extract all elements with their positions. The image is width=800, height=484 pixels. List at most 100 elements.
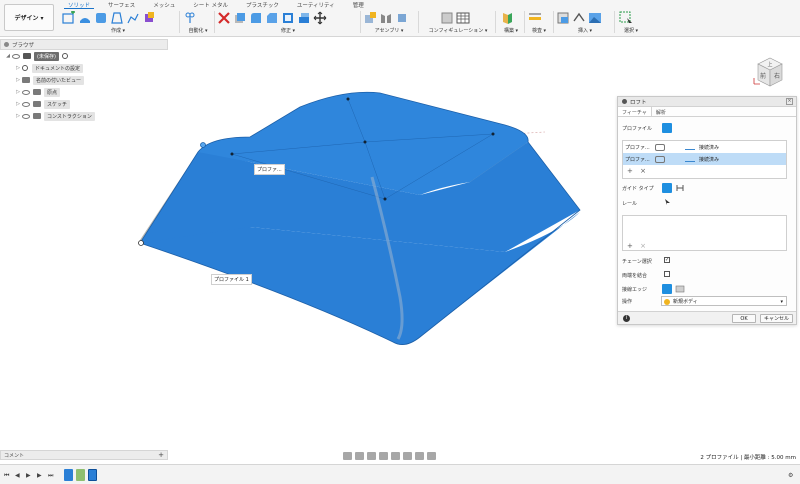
ok-button[interactable]: OK: [732, 314, 756, 323]
automate-label[interactable]: 自動化 ▾: [183, 27, 213, 34]
browser-root[interactable]: ◢ (未保存): [0, 50, 168, 62]
combine-icon[interactable]: [297, 11, 311, 25]
profile-callout-short[interactable]: プロファ...: [254, 164, 285, 175]
plane-icon[interactable]: [500, 11, 514, 25]
collapse-icon[interactable]: [4, 42, 9, 47]
new-component-icon[interactable]: [363, 11, 377, 25]
add-icon[interactable]: +: [627, 167, 633, 175]
close-icon[interactable]: ×: [786, 98, 793, 105]
expand-icon[interactable]: ▷: [14, 65, 22, 71]
expand-icon[interactable]: ▷: [14, 77, 22, 83]
continuity-value[interactable]: 接続済み: [699, 144, 719, 151]
guide-rails-button[interactable]: [662, 183, 672, 193]
profile-select-button[interactable]: [662, 123, 672, 133]
tangent-edges-merge-button[interactable]: [662, 284, 672, 294]
browser-header[interactable]: ブラウザ: [0, 39, 168, 50]
tab-plastic[interactable]: プラスチック: [242, 0, 283, 9]
modify-label[interactable]: 修正 ▾: [217, 27, 359, 34]
add-icon[interactable]: +: [627, 242, 633, 250]
go-to-start-icon[interactable]: ⏮: [4, 472, 9, 480]
new-sketch-icon[interactable]: [62, 10, 76, 25]
browser-item-named-views[interactable]: ▷ 名前の付いたビュー: [0, 74, 168, 86]
continuity-icon[interactable]: [685, 156, 695, 162]
expand-icon[interactable]: ▷: [14, 113, 22, 119]
centerline-icon[interactable]: [675, 183, 685, 193]
profile-row[interactable]: プロファ... 接続済み: [623, 153, 786, 165]
operation-dropdown[interactable]: 新規ボディ ▾: [661, 296, 787, 306]
viewports-icon[interactable]: [427, 451, 436, 460]
view-cube[interactable]: 上 前 右: [748, 50, 792, 94]
add-comment-icon[interactable]: +: [158, 451, 164, 459]
visibility-eye-icon[interactable]: [22, 113, 30, 119]
automate-icon[interactable]: [183, 11, 197, 25]
create-label[interactable]: 作成 ▾: [62, 27, 174, 34]
chamfer-icon[interactable]: [265, 11, 279, 25]
comments-panel[interactable]: コメント +: [0, 450, 168, 460]
assemble-label[interactable]: アセンブリ ▾: [363, 27, 415, 34]
tab-manage[interactable]: 管理: [349, 0, 368, 9]
cancel-button[interactable]: キャンセル: [760, 314, 793, 323]
visibility-eye-icon[interactable]: [12, 53, 20, 59]
tab-solid[interactable]: ソリッド: [64, 0, 95, 9]
play-icon[interactable]: ▶: [26, 472, 31, 479]
expand-icon[interactable]: ▷: [14, 101, 22, 107]
grid-settings-icon[interactable]: [415, 451, 424, 460]
loft-icon[interactable]: [110, 11, 124, 25]
timeline-loft-feature[interactable]: [88, 469, 97, 481]
go-to-end-icon[interactable]: ⏭: [48, 472, 53, 480]
display-settings-icon[interactable]: [403, 451, 412, 460]
select-icon[interactable]: [619, 11, 633, 25]
merge-tangent-checkbox[interactable]: [664, 271, 670, 277]
active-radio-icon[interactable]: [61, 53, 68, 59]
info-icon[interactable]: i: [623, 315, 630, 322]
expand-icon[interactable]: ▷: [14, 89, 22, 95]
timeline-sketch-feature[interactable]: [64, 469, 73, 481]
tab-sheet-metal[interactable]: シート メタル: [189, 0, 232, 9]
remove-icon[interactable]: ×: [640, 167, 646, 175]
cursor-select-icon[interactable]: [664, 198, 672, 206]
insert-derive-icon[interactable]: [556, 11, 570, 25]
select-label[interactable]: 選択 ▾: [619, 27, 643, 34]
browser-item-settings[interactable]: ▷ ドキュメントの設定: [0, 62, 168, 74]
tab-mesh[interactable]: メッシュ: [149, 0, 179, 9]
profile-callout-1[interactable]: プロファイル 1: [211, 274, 252, 285]
move-icon[interactable]: [313, 11, 327, 25]
workspace-switcher[interactable]: デザイン ▾: [4, 4, 54, 31]
gear-icon[interactable]: ⚙: [788, 472, 793, 479]
measure-icon[interactable]: [528, 11, 542, 25]
continuity-value[interactable]: 接続済み: [699, 156, 719, 163]
revolve-icon[interactable]: [94, 11, 108, 25]
extrude-icon[interactable]: [78, 11, 92, 25]
step-back-icon[interactable]: ◀: [15, 472, 20, 479]
delete-icon[interactable]: [217, 11, 231, 25]
orbit-icon[interactable]: [343, 451, 352, 460]
browser-item-origin[interactable]: ▷ 原点: [0, 86, 168, 98]
look-at-icon[interactable]: [355, 451, 364, 460]
timeline-plane-feature[interactable]: [76, 469, 85, 481]
fit-icon[interactable]: [391, 451, 400, 460]
visibility-eye-icon[interactable]: [22, 89, 30, 95]
box-icon[interactable]: [142, 11, 156, 25]
config-table-icon[interactable]: [456, 11, 470, 25]
joint-icon[interactable]: [379, 11, 393, 25]
construct-label[interactable]: 構築 ▾: [500, 27, 522, 34]
press-pull-icon[interactable]: [233, 11, 247, 25]
tab-surface[interactable]: サーフェス: [104, 0, 139, 9]
insert-label[interactable]: 挿入 ▾: [556, 27, 614, 34]
sweep-icon[interactable]: [126, 11, 140, 25]
zoom-icon[interactable]: [379, 451, 388, 460]
tangent-edges-keep-icon[interactable]: [675, 284, 685, 294]
profile-row[interactable]: プロファ... 接続済み: [623, 141, 786, 153]
shell-icon[interactable]: [281, 11, 295, 25]
profile-point[interactable]: [200, 142, 206, 148]
step-forward-icon[interactable]: ▶: [37, 472, 42, 479]
profile-point[interactable]: [138, 240, 144, 246]
loft-header[interactable]: ロフト ×: [618, 97, 796, 107]
as-built-joint-icon[interactable]: [395, 11, 409, 25]
continuity-icon[interactable]: [685, 144, 695, 150]
insert-image-icon[interactable]: [588, 11, 602, 25]
inspect-label[interactable]: 検査 ▾: [528, 27, 550, 34]
insert-mesh-icon[interactable]: [572, 11, 586, 25]
browser-item-sketches[interactable]: ▷ スケッチ: [0, 98, 168, 110]
pan-icon[interactable]: [367, 451, 376, 460]
